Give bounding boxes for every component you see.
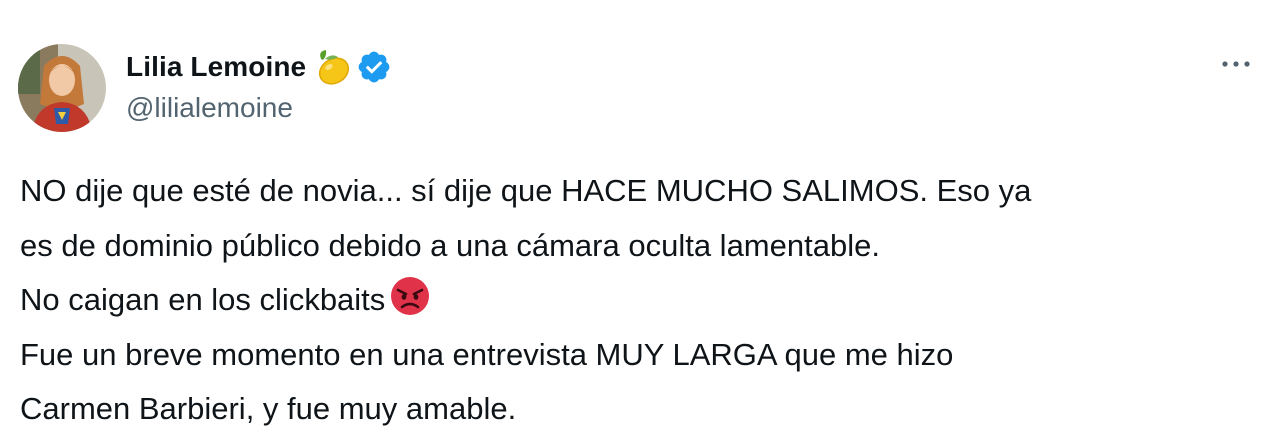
tweet-line-with-emoji: No caigan en los clickbaits <box>20 273 1260 328</box>
avatar[interactable] <box>18 44 106 132</box>
verified-badge-icon[interactable] <box>356 49 392 85</box>
tweet-text: NO dije que esté de novia... sí dije que… <box>20 164 1260 437</box>
tweet-card: Lilia Lemoine @lilialemoine NO dije que … <box>0 0 1280 445</box>
name-row: Lilia Lemoine <box>126 46 392 88</box>
tweet-line: NO dije que esté de novia... sí dije que… <box>20 173 1032 208</box>
display-name[interactable]: Lilia Lemoine <box>126 51 306 83</box>
tweet-line: Fue un breve momento en una entrevista M… <box>20 336 954 372</box>
more-options-icon[interactable] <box>1218 52 1254 76</box>
tweet-line: No caigan en los clickbaits <box>20 282 386 317</box>
author-info: Lilia Lemoine @lilialemoine <box>126 46 392 124</box>
tweet-line: Carmen Barbieri, y fue muy amable. <box>20 391 517 426</box>
lemon-icon <box>319 50 350 85</box>
tweet-line: es de dominio público debido a una cámar… <box>20 227 880 263</box>
angry-face-icon <box>391 277 430 315</box>
handle[interactable]: @lilialemoine <box>126 92 392 124</box>
